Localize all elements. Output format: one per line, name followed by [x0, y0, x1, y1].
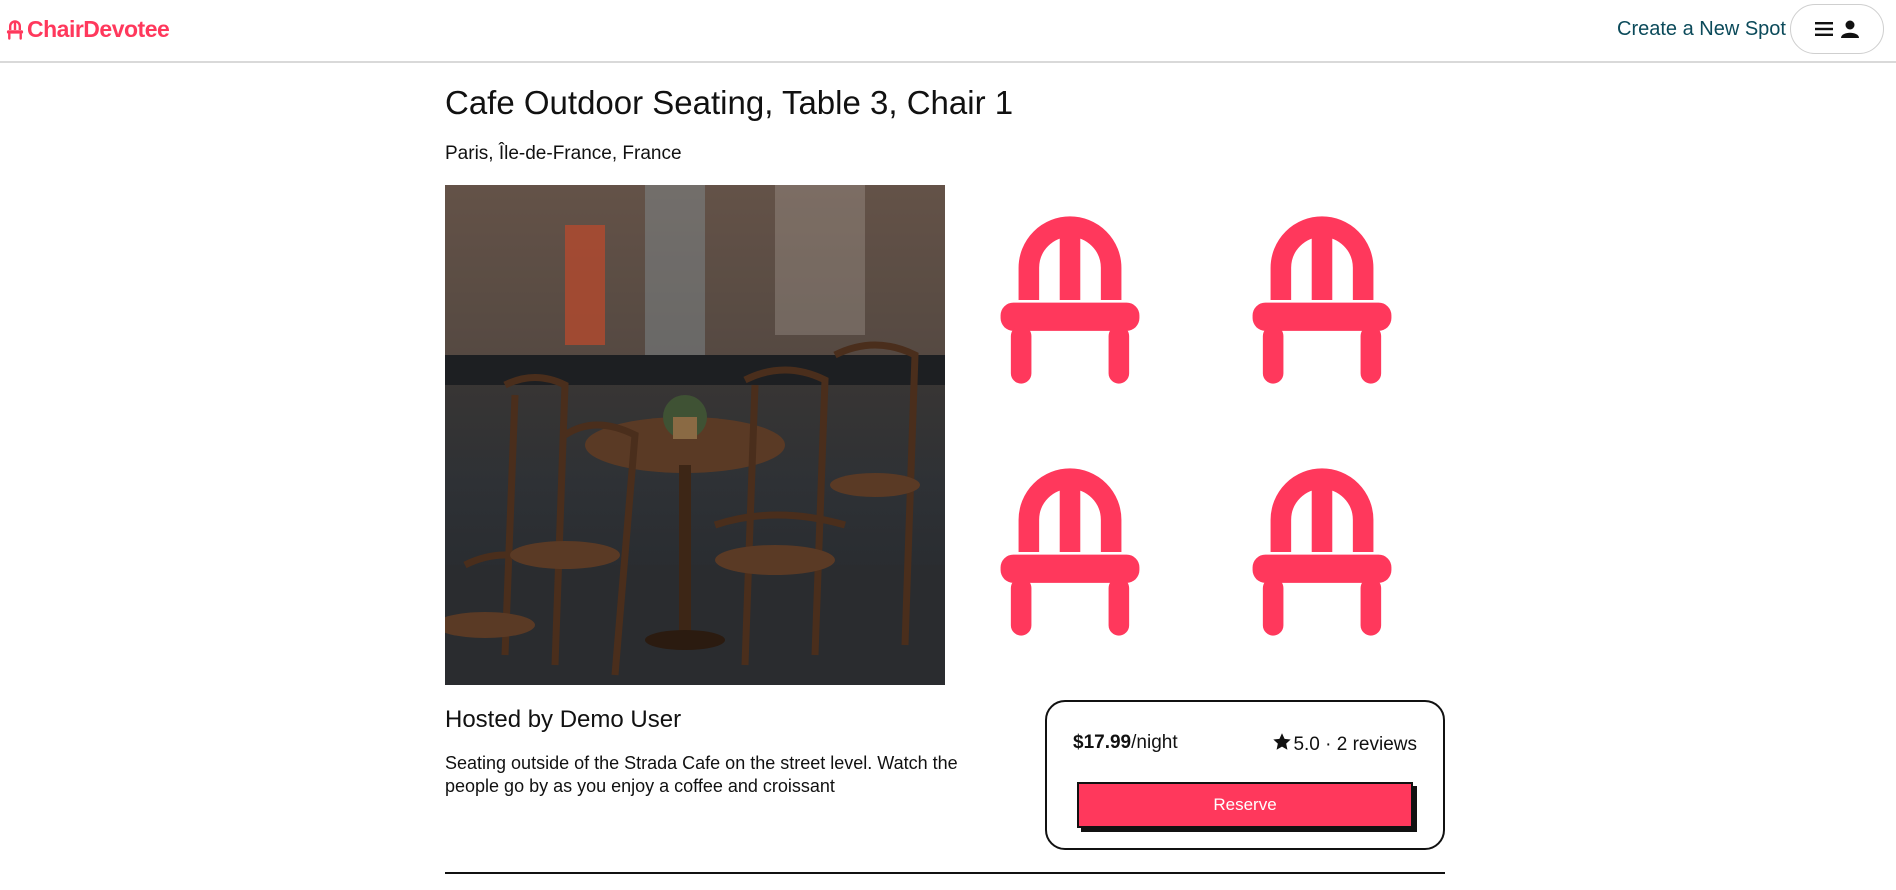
booking-card: $17.99/night 5.0 · 2 reviews Reserve [1045, 700, 1445, 850]
price-per-night: $17.99/night [1073, 732, 1178, 754]
rating-separator: · [1319, 734, 1337, 755]
spot-location: Paris, Île-de-France, France [445, 143, 682, 164]
reserve-button[interactable]: Reserve [1077, 782, 1413, 828]
top-nav: ChairDevotee Create a New Spot [0, 0, 1896, 63]
spot-thumbnails [990, 210, 1410, 670]
thumbnail-chair-icon [990, 462, 1150, 642]
create-new-spot-link[interactable]: Create a New Spot [1617, 18, 1786, 41]
spot-title: Cafe Outdoor Seating, Table 3, Chair 1 [445, 84, 1014, 121]
logo-text: ChairDevotee [27, 16, 170, 42]
review-count: 2 reviews [1336, 734, 1417, 755]
hamburger-icon [1815, 21, 1833, 37]
profile-menu-button[interactable] [1790, 4, 1884, 54]
rating-summary: 5.0 · 2 reviews [1272, 732, 1417, 758]
thumbnail-chair-icon [1242, 462, 1402, 642]
section-divider [445, 872, 1445, 874]
thumbnail-chair-icon [990, 210, 1150, 390]
price-unit: /night [1131, 732, 1178, 753]
user-icon [1841, 20, 1859, 38]
spot-description: Seating outside of the Strada Cafe on th… [445, 753, 958, 796]
logo-link[interactable]: ChairDevotee [6, 16, 170, 43]
host-heading: Hosted by Demo User [445, 706, 682, 733]
rating-value: 5.0 [1293, 734, 1320, 755]
chair-icon [6, 19, 24, 41]
thumbnail-chair-icon [1242, 210, 1402, 390]
spot-main-photo [445, 185, 945, 685]
price-amount: $17.99 [1073, 732, 1132, 753]
star-icon [1272, 732, 1293, 758]
